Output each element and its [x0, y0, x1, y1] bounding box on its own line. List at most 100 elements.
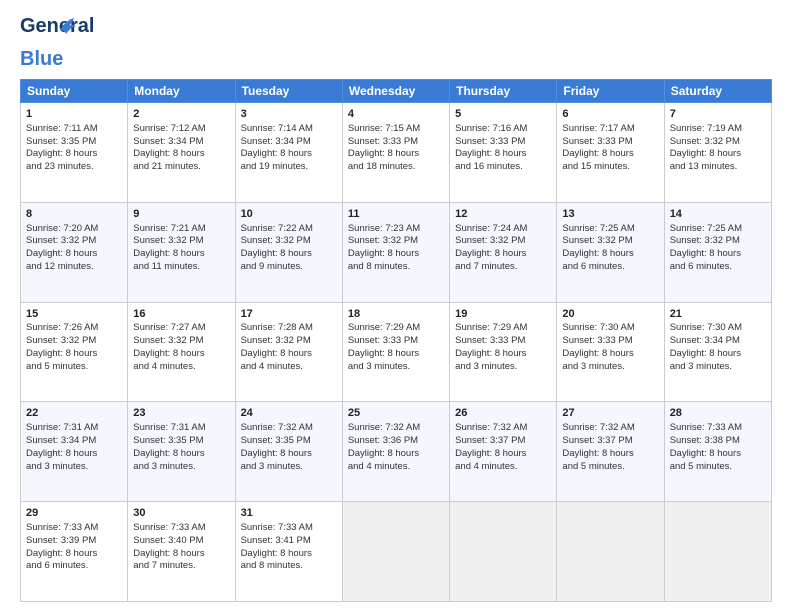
day-info-line: Daylight: 8 hours: [133, 148, 229, 161]
day-info-line: Sunrise: 7:33 AM: [133, 522, 229, 535]
day-info-line: Sunrise: 7:11 AM: [26, 123, 122, 136]
day-number: 3: [241, 107, 337, 122]
calendar-cell: 10Sunrise: 7:22 AMSunset: 3:32 PMDayligh…: [235, 202, 342, 302]
day-info-line: Daylight: 8 hours: [670, 148, 766, 161]
calendar-week-2: 8Sunrise: 7:20 AMSunset: 3:32 PMDaylight…: [21, 202, 772, 302]
calendar-cell: 22Sunrise: 7:31 AMSunset: 3:34 PMDayligh…: [21, 402, 128, 502]
day-info-line: Sunset: 3:32 PM: [26, 335, 122, 348]
day-info-line: and 4 minutes.: [241, 361, 337, 374]
day-number: 6: [562, 107, 658, 122]
calendar-cell: 29Sunrise: 7:33 AMSunset: 3:39 PMDayligh…: [21, 502, 128, 602]
calendar-header-friday: Friday: [557, 80, 664, 103]
day-info-line: Daylight: 8 hours: [241, 248, 337, 261]
calendar-cell: 3Sunrise: 7:14 AMSunset: 3:34 PMDaylight…: [235, 103, 342, 203]
day-info-line: Daylight: 8 hours: [26, 248, 122, 261]
day-info-line: Sunrise: 7:30 AM: [562, 322, 658, 335]
day-info-line: Daylight: 8 hours: [562, 248, 658, 261]
day-number: 22: [26, 406, 122, 421]
day-number: 9: [133, 207, 229, 222]
day-info-line: Sunset: 3:37 PM: [455, 435, 551, 448]
day-number: 18: [348, 307, 444, 322]
day-number: 28: [670, 406, 766, 421]
calendar-cell: 21Sunrise: 7:30 AMSunset: 3:34 PMDayligh…: [664, 302, 771, 402]
day-info-line: Sunrise: 7:16 AM: [455, 123, 551, 136]
day-info-line: Sunset: 3:33 PM: [348, 136, 444, 149]
day-info-line: and 6 minutes.: [670, 261, 766, 274]
day-info-line: Daylight: 8 hours: [133, 448, 229, 461]
calendar-week-4: 22Sunrise: 7:31 AMSunset: 3:34 PMDayligh…: [21, 402, 772, 502]
day-info-line: Sunset: 3:32 PM: [348, 235, 444, 248]
day-info-line: Sunset: 3:32 PM: [562, 235, 658, 248]
day-info-line: Sunset: 3:35 PM: [241, 435, 337, 448]
calendar-cell: 30Sunrise: 7:33 AMSunset: 3:40 PMDayligh…: [128, 502, 235, 602]
day-info-line: and 18 minutes.: [348, 161, 444, 174]
day-info-line: Sunrise: 7:28 AM: [241, 322, 337, 335]
calendar-cell: 6Sunrise: 7:17 AMSunset: 3:33 PMDaylight…: [557, 103, 664, 203]
day-info-line: and 4 minutes.: [455, 461, 551, 474]
day-number: 5: [455, 107, 551, 122]
day-info-line: Sunset: 3:39 PM: [26, 535, 122, 548]
day-info-line: Sunset: 3:38 PM: [670, 435, 766, 448]
day-info-line: Sunset: 3:32 PM: [670, 136, 766, 149]
day-info-line: Daylight: 8 hours: [348, 148, 444, 161]
day-info-line: Sunset: 3:32 PM: [26, 235, 122, 248]
calendar-week-3: 15Sunrise: 7:26 AMSunset: 3:32 PMDayligh…: [21, 302, 772, 402]
calendar-cell: 25Sunrise: 7:32 AMSunset: 3:36 PMDayligh…: [342, 402, 449, 502]
day-info-line: Sunset: 3:37 PM: [562, 435, 658, 448]
calendar-cell: 31Sunrise: 7:33 AMSunset: 3:41 PMDayligh…: [235, 502, 342, 602]
day-info-line: and 3 minutes.: [455, 361, 551, 374]
day-number: 17: [241, 307, 337, 322]
day-info-line: Daylight: 8 hours: [348, 448, 444, 461]
day-info-line: Sunrise: 7:33 AM: [670, 422, 766, 435]
day-info-line: Sunrise: 7:17 AM: [562, 123, 658, 136]
day-info-line: Sunrise: 7:32 AM: [455, 422, 551, 435]
day-info-line: and 13 minutes.: [670, 161, 766, 174]
calendar-cell: 17Sunrise: 7:28 AMSunset: 3:32 PMDayligh…: [235, 302, 342, 402]
day-info-line: Sunset: 3:32 PM: [455, 235, 551, 248]
day-number: 15: [26, 307, 122, 322]
day-info-line: Sunrise: 7:32 AM: [241, 422, 337, 435]
day-number: 26: [455, 406, 551, 421]
day-info-line: Daylight: 8 hours: [26, 548, 122, 561]
day-info-line: Sunrise: 7:31 AM: [133, 422, 229, 435]
calendar-cell: 27Sunrise: 7:32 AMSunset: 3:37 PMDayligh…: [557, 402, 664, 502]
day-info-line: Sunset: 3:32 PM: [133, 335, 229, 348]
calendar-cell: 2Sunrise: 7:12 AMSunset: 3:34 PMDaylight…: [128, 103, 235, 203]
day-info-line: Daylight: 8 hours: [26, 148, 122, 161]
day-info-line: and 6 minutes.: [26, 560, 122, 573]
day-info-line: Daylight: 8 hours: [133, 248, 229, 261]
day-info-line: Daylight: 8 hours: [562, 148, 658, 161]
day-info-line: Daylight: 8 hours: [26, 448, 122, 461]
day-info-line: Sunset: 3:35 PM: [133, 435, 229, 448]
day-info-line: and 3 minutes.: [562, 361, 658, 374]
day-number: 20: [562, 307, 658, 322]
calendar-week-5: 29Sunrise: 7:33 AMSunset: 3:39 PMDayligh…: [21, 502, 772, 602]
day-info-line: Daylight: 8 hours: [670, 248, 766, 261]
day-info-line: and 7 minutes.: [133, 560, 229, 573]
day-info-line: Sunset: 3:32 PM: [670, 235, 766, 248]
day-info-line: Sunrise: 7:25 AM: [670, 223, 766, 236]
calendar-cell: 14Sunrise: 7:25 AMSunset: 3:32 PMDayligh…: [664, 202, 771, 302]
calendar-cell: 23Sunrise: 7:31 AMSunset: 3:35 PMDayligh…: [128, 402, 235, 502]
day-number: 13: [562, 207, 658, 222]
calendar-header-thursday: Thursday: [450, 80, 557, 103]
day-info-line: Daylight: 8 hours: [241, 548, 337, 561]
day-info-line: Sunrise: 7:24 AM: [455, 223, 551, 236]
day-info-line: Sunrise: 7:23 AM: [348, 223, 444, 236]
day-info-line: and 9 minutes.: [241, 261, 337, 274]
day-number: 27: [562, 406, 658, 421]
calendar-header-wednesday: Wednesday: [342, 80, 449, 103]
day-info-line: Daylight: 8 hours: [348, 248, 444, 261]
day-info-line: and 7 minutes.: [455, 261, 551, 274]
day-info-line: Daylight: 8 hours: [455, 148, 551, 161]
day-info-line: and 11 minutes.: [133, 261, 229, 274]
day-info-line: Sunset: 3:32 PM: [241, 335, 337, 348]
calendar-cell: 1Sunrise: 7:11 AMSunset: 3:35 PMDaylight…: [21, 103, 128, 203]
day-info-line: and 19 minutes.: [241, 161, 337, 174]
day-info-line: Sunrise: 7:25 AM: [562, 223, 658, 236]
header: General Blue: [20, 16, 772, 71]
calendar-cell: 8Sunrise: 7:20 AMSunset: 3:32 PMDaylight…: [21, 202, 128, 302]
day-number: 30: [133, 506, 229, 521]
calendar-cell: 5Sunrise: 7:16 AMSunset: 3:33 PMDaylight…: [450, 103, 557, 203]
day-info-line: and 4 minutes.: [133, 361, 229, 374]
